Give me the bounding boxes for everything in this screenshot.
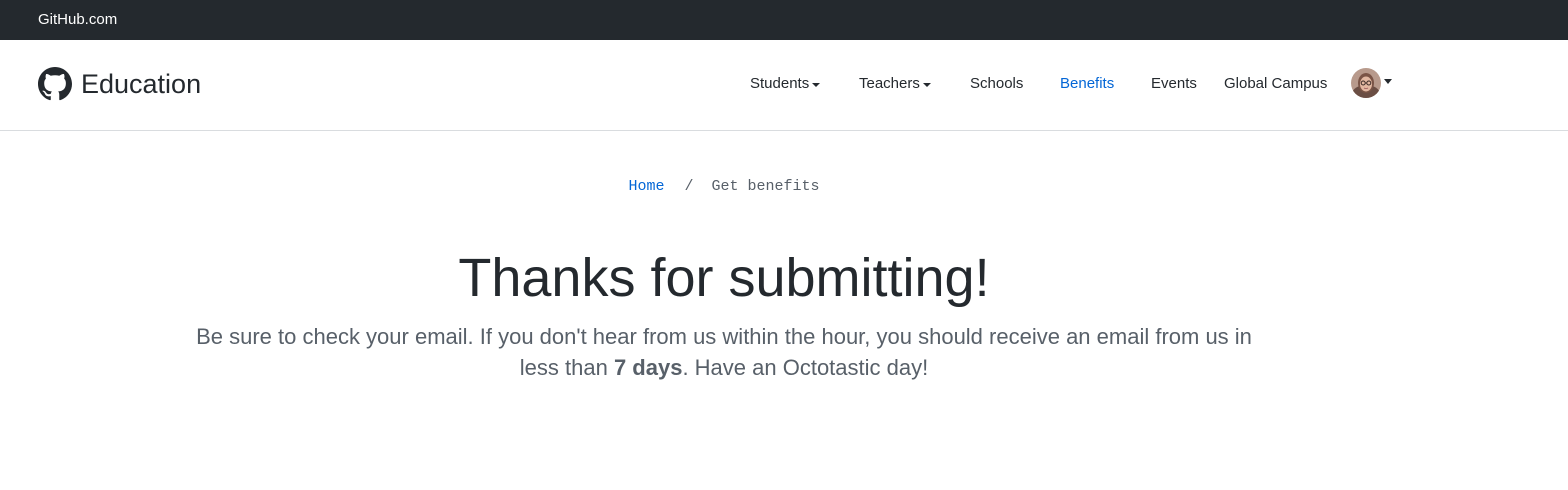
breadcrumb: Home / Get benefits [0, 178, 1448, 196]
nav-schools-link[interactable]: Schools [970, 75, 1023, 93]
message-highlight: 7 days [613, 355, 683, 380]
confirmation-message: Be sure to check your email. If you don'… [184, 321, 1264, 383]
caret-down-icon [812, 83, 821, 87]
nav-global-campus-link[interactable]: Global Campus [1224, 75, 1327, 93]
brand-label: Education [81, 69, 202, 99]
nav-teachers-dropdown[interactable]: Teachers [859, 75, 931, 93]
user-menu-toggle[interactable] [1351, 68, 1392, 98]
breadcrumb-separator: / [684, 178, 694, 195]
nav-students-label: Students [750, 75, 810, 92]
nav-students-dropdown[interactable]: Students [750, 75, 821, 93]
github-octocat-icon [38, 67, 72, 101]
nav-teachers-label: Teachers [859, 75, 920, 92]
avatar [1351, 68, 1381, 98]
page-title: Thanks for submitting! [458, 248, 990, 308]
education-home-link[interactable]: Education [38, 66, 201, 102]
caret-down-icon [1384, 79, 1392, 84]
breadcrumb-current: Get benefits [711, 178, 820, 195]
nav-events-link[interactable]: Events [1151, 75, 1197, 93]
nav-benefits-link[interactable]: Benefits [1060, 75, 1114, 93]
github-com-link[interactable]: GitHub.com [38, 11, 117, 29]
breadcrumb-home-link[interactable]: Home [628, 178, 664, 195]
message-text-end: . Have an Octotastic day! [682, 355, 929, 380]
site-header: Education Students Teachers Schools Bene… [0, 40, 1568, 131]
caret-down-icon [922, 83, 931, 87]
top-bar: GitHub.com [0, 0, 1568, 40]
